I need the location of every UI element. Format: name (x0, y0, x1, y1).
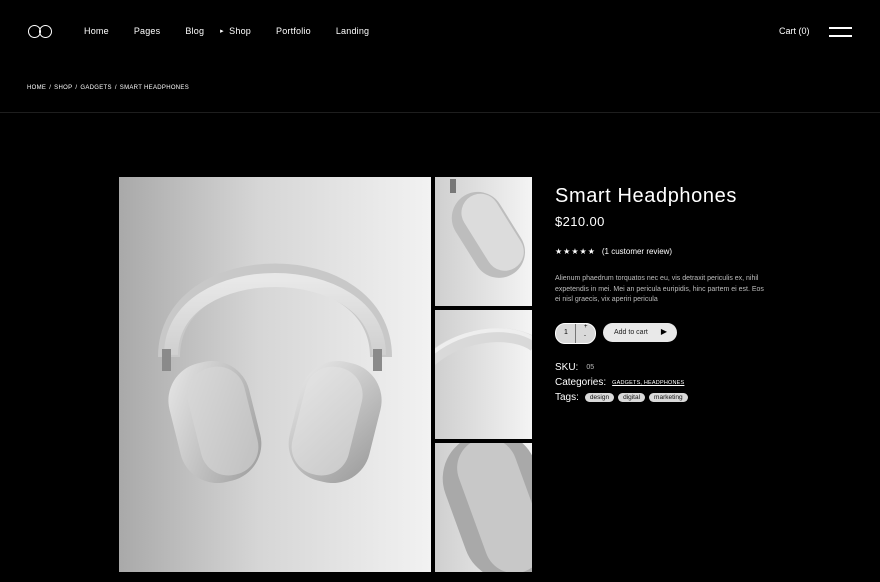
menu-icon[interactable] (829, 27, 852, 37)
nav-home[interactable]: Home (84, 26, 109, 36)
quantity-divider (575, 324, 576, 343)
breadcrumb-shop[interactable]: SHOP (54, 85, 72, 91)
categories-links[interactable]: GADGETS, HEADPHONES (612, 380, 684, 386)
product-thumbnail[interactable] (435, 443, 532, 572)
breadcrumb-home[interactable]: HOME (27, 85, 46, 91)
quantity-value[interactable]: 1 (564, 329, 568, 336)
product-categories: Categories: GADGETS, HEADPHONES (555, 377, 684, 388)
quantity-stepper[interactable]: 1 + - (555, 323, 596, 344)
product-description: Alienum phaedrum torquatos nec eu, vis d… (555, 275, 764, 303)
product-thumbnail[interactable] (435, 177, 532, 306)
breadcrumb-gadgets[interactable]: GADGETS (80, 85, 111, 91)
arrow-right-icon: ▶ (660, 327, 667, 336)
product-thumbnail[interactable] (435, 310, 532, 439)
breadcrumb-current: SMART HEADPHONES (119, 85, 190, 91)
site-header: Home Pages Blog ▸ Shop Portfolio Landing… (0, 0, 880, 64)
quantity-decrease-icon[interactable]: - (584, 333, 586, 339)
sku-label: SKU: (555, 362, 579, 373)
tag-digital[interactable]: digital (618, 393, 646, 402)
tag-marketing[interactable]: marketing (649, 393, 688, 402)
cart-link[interactable]: Cart (0) (779, 26, 810, 36)
main-nav: Home Pages Blog ▸ Shop Portfolio Landing (84, 26, 394, 36)
nav-shop[interactable]: ▸ Shop (220, 26, 251, 36)
product-sku: SKU: 05 (555, 362, 594, 373)
tags-label: Tags: (555, 392, 579, 403)
nav-portfolio[interactable]: Portfolio (276, 26, 311, 36)
add-to-cart-button[interactable]: Add to cart ▶ (603, 323, 677, 342)
quantity-increase-icon[interactable]: + (584, 324, 588, 330)
nav-landing[interactable]: Landing (336, 26, 369, 36)
sku-value: 05 (586, 364, 595, 371)
header-divider (0, 112, 880, 113)
product-price: $210.00 (555, 214, 605, 229)
nav-blog[interactable]: Blog (185, 26, 204, 36)
star-rating-icon: ★★★★★ (555, 247, 596, 256)
nav-shop-label: Shop (229, 26, 251, 36)
active-caret-icon: ▸ (220, 28, 224, 35)
breadcrumb: HOME / SHOP / GADGETS / SMART HEADPHONES (27, 85, 190, 91)
nav-pages[interactable]: Pages (134, 26, 161, 36)
product-main-image[interactable] (119, 177, 431, 572)
product-rating: ★★★★★ (1 customer review) (555, 247, 672, 256)
add-to-cart-label: Add to cart (614, 329, 648, 336)
product-title: Smart Headphones (555, 185, 737, 207)
review-link[interactable]: (1 customer review) (602, 247, 672, 256)
tag-design[interactable]: design (584, 393, 615, 402)
logo[interactable] (28, 25, 54, 39)
product-info: Smart Headphones $210.00 ★★★★★ (1 custom… (555, 185, 855, 403)
product-tags: Tags: design digital marketing (555, 392, 692, 403)
categories-label: Categories: (555, 377, 607, 388)
